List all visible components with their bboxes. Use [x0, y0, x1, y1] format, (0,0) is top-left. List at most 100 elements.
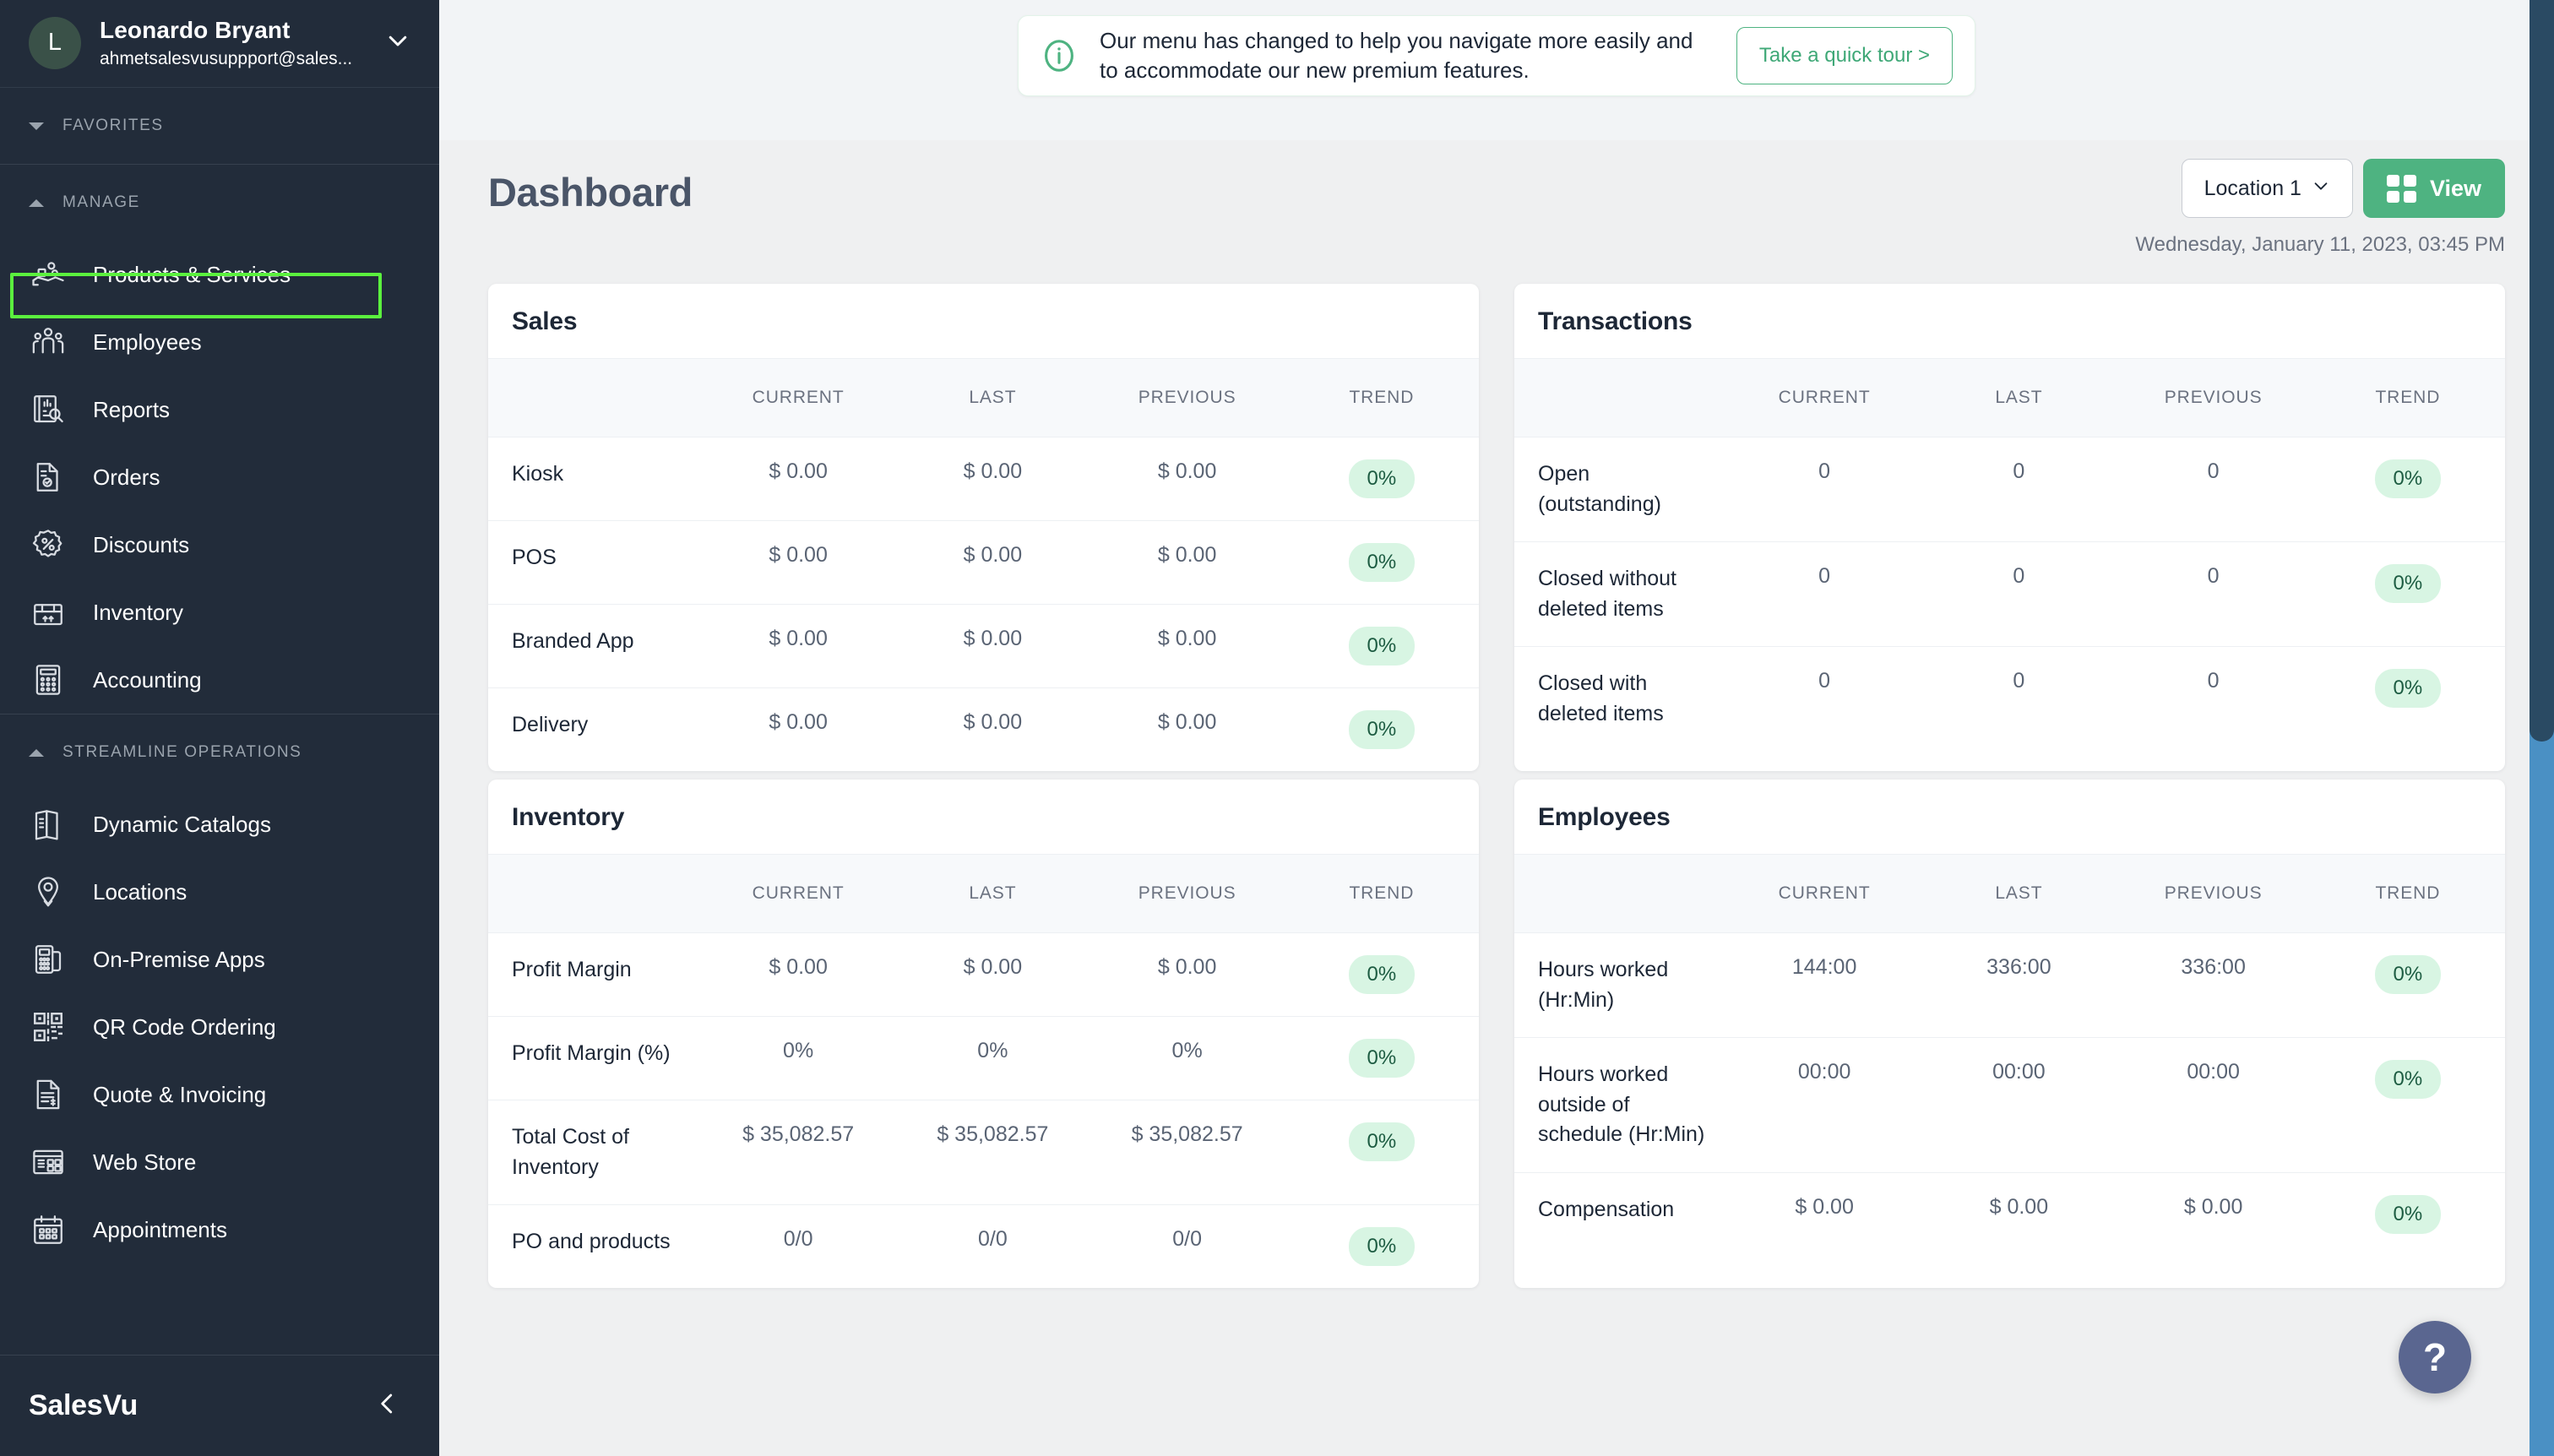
- cell-last: $ 0.00: [895, 437, 1090, 521]
- row-label: Profit Margin (%): [488, 1016, 701, 1100]
- card-title: Sales: [512, 307, 578, 335]
- chevron-down-icon[interactable]: [378, 28, 410, 57]
- trend-badge: 0%: [2374, 669, 2442, 708]
- sidebar-item-quote-invoicing[interactable]: Quote & Invoicing: [0, 1061, 439, 1128]
- cell-previous: $ 0.00: [1157, 710, 1217, 734]
- trend-badge: 0%: [2374, 1060, 2442, 1099]
- page-title: Dashboard: [488, 170, 693, 215]
- column-header-previous: PREVIOUS: [1090, 358, 1285, 437]
- card-sales: Sales CURRENT LAST PREVIOUS TREND Kiosk …: [488, 284, 1479, 771]
- sidebar-item-qr-code-ordering[interactable]: QR Code Ordering: [0, 993, 439, 1061]
- sidebar-item-label: Quote & Invoicing: [93, 1082, 267, 1107]
- cell-previous: 0: [2116, 541, 2311, 647]
- sidebar-item-inventory[interactable]: Inventory: [0, 579, 439, 646]
- metrics-table: CURRENT LAST PREVIOUS TREND Kiosk $ 0.00…: [488, 358, 1479, 771]
- cell-current: 144:00: [1727, 932, 1922, 1038]
- sidebar-item-orders[interactable]: Orders: [0, 443, 439, 511]
- view-label: View: [2429, 175, 2481, 201]
- sidebar-item-label: Orders: [93, 465, 160, 490]
- sidebar-item-on-premise-apps[interactable]: On-Premise Apps: [0, 926, 439, 993]
- row-label: Compensation: [1538, 1197, 1675, 1221]
- cell-trend: 0%: [1284, 520, 1479, 605]
- sidebar-section-manage[interactable]: MANAGE: [0, 165, 439, 241]
- question-mark-icon: ?: [2422, 1335, 2448, 1379]
- scrollbar-thumb[interactable]: [2530, 0, 2554, 742]
- report-search-icon: [29, 390, 68, 429]
- sidebar-item-appointments[interactable]: Appointments: [0, 1196, 439, 1263]
- trend-badge: 0%: [1348, 1227, 1416, 1266]
- chevron-up-icon: [29, 748, 44, 757]
- cell-current: $ 0.00: [769, 710, 828, 734]
- cell-last: $ 0.00: [1989, 1194, 2049, 1219]
- profile-email: ahmetsalesvusuppport@sales...: [100, 49, 353, 69]
- chevron-left-icon[interactable]: [375, 1391, 400, 1421]
- cell-trend: 0%: [2310, 1037, 2505, 1173]
- sidebar-section-streamline-operations[interactable]: STREAMLINE OPERATIONS: [0, 714, 439, 790]
- card-title: Inventory: [512, 803, 625, 831]
- trend-badge: 0%: [2374, 459, 2442, 498]
- metrics-table: CURRENT LAST PREVIOUS TREND Open (outsta…: [1514, 358, 2505, 751]
- cell-last: 0/0: [977, 1227, 1008, 1251]
- view-button[interactable]: View: [2362, 159, 2505, 218]
- cell-current: $ 0.00: [701, 932, 896, 1017]
- sidebar-item-label: Locations: [93, 879, 187, 905]
- sidebar-item-label: Products & Services: [93, 262, 291, 287]
- row-label: Delivery: [512, 713, 589, 736]
- row-label: Closed without deleted items: [1514, 541, 1727, 647]
- sidebar-item-products-services[interactable]: Products & Services: [0, 241, 439, 308]
- cell-previous: $ 0.00: [1090, 520, 1285, 605]
- cell-trend: 0%: [1284, 1016, 1479, 1100]
- sidebar-section-favorites[interactable]: FAVORITES: [0, 88, 439, 164]
- cell-last: $ 0.00: [895, 932, 1090, 1017]
- sidebar-item-employees[interactable]: Employees: [0, 308, 439, 376]
- table-header-row: CURRENT LAST PREVIOUS TREND: [1514, 854, 2505, 933]
- table-row: Closed without deleted items 0 0 0 0%: [1514, 541, 2505, 647]
- cell-trend: 0%: [1284, 437, 1479, 521]
- cell-current: $ 0.00: [701, 520, 896, 605]
- sidebar-item-discounts[interactable]: Discounts: [0, 511, 439, 579]
- trend-badge: 0%: [1348, 543, 1416, 582]
- cell-previous: $ 0.00: [1090, 932, 1285, 1017]
- location-selector[interactable]: Location 1: [2181, 159, 2353, 218]
- profile-header[interactable]: L Leonardo Bryant ahmetsalesvusuppport@s…: [0, 0, 439, 88]
- sidebar-item-accounting[interactable]: Accounting: [0, 646, 439, 714]
- help-button[interactable]: ?: [2399, 1321, 2471, 1394]
- sidebar-item-locations[interactable]: Locations: [0, 858, 439, 926]
- calendar-icon: [29, 1210, 68, 1249]
- sidebar-item-label: On-Premise Apps: [93, 947, 265, 972]
- column-header-previous: PREVIOUS: [2116, 358, 2311, 437]
- column-header-previous: PREVIOUS: [1090, 854, 1285, 933]
- info-circle-icon: [1041, 37, 1078, 74]
- grid-icon: [2386, 174, 2416, 203]
- row-label: Profit Margin: [488, 932, 701, 1017]
- table-row: Profit Margin (%) 0% 0% 0% 0%: [488, 1016, 1479, 1100]
- table-header-row: CURRENT LAST PREVIOUS TREND: [488, 358, 1479, 437]
- sidebar-item-dynamic-catalogs[interactable]: Dynamic Catalogs: [0, 790, 439, 858]
- row-label: PO and products: [512, 1230, 671, 1253]
- cell-previous: 00:00: [2116, 1037, 2311, 1173]
- main-content: Our menu has changed to help you navigat…: [439, 0, 2554, 1456]
- card-title: Transactions: [1538, 307, 1693, 335]
- column-header-last: LAST: [1921, 358, 2117, 437]
- cell-previous: $ 0.00: [2183, 1194, 2243, 1219]
- column-header-trend: TREND: [2310, 854, 2505, 933]
- take-quick-tour-button[interactable]: Take a quick tour >: [1736, 27, 1953, 84]
- cell-current: 0: [1727, 437, 1922, 542]
- cell-last: $ 0.00: [895, 604, 1090, 688]
- cell-last: $ 0.00: [963, 710, 1023, 734]
- app-root: L Leonardo Bryant ahmetsalesvusuppport@s…: [0, 0, 2554, 1456]
- sidebar-item-reports[interactable]: Reports: [0, 376, 439, 443]
- sidebar-section-label: MANAGE: [62, 193, 140, 211]
- column-header-last: LAST: [895, 854, 1090, 933]
- column-header-current: CURRENT: [1727, 854, 1922, 933]
- cell-previous: $ 0.00: [1090, 437, 1285, 521]
- table-row: Profit Margin $ 0.00 $ 0.00 $ 0.00 0%: [488, 932, 1479, 1017]
- sidebar-item-web-store[interactable]: Web Store: [0, 1128, 439, 1196]
- cell-last: $ 0.00: [895, 520, 1090, 605]
- avatar: L: [29, 16, 81, 69]
- page-scrollbar[interactable]: [2530, 0, 2554, 1456]
- column-header-blank: [1514, 358, 1727, 437]
- cell-trend: 0%: [1285, 688, 1479, 772]
- banner-message: Our menu has changed to help you navigat…: [1100, 27, 1693, 83]
- brand-logo: SalesVu: [29, 1389, 138, 1421]
